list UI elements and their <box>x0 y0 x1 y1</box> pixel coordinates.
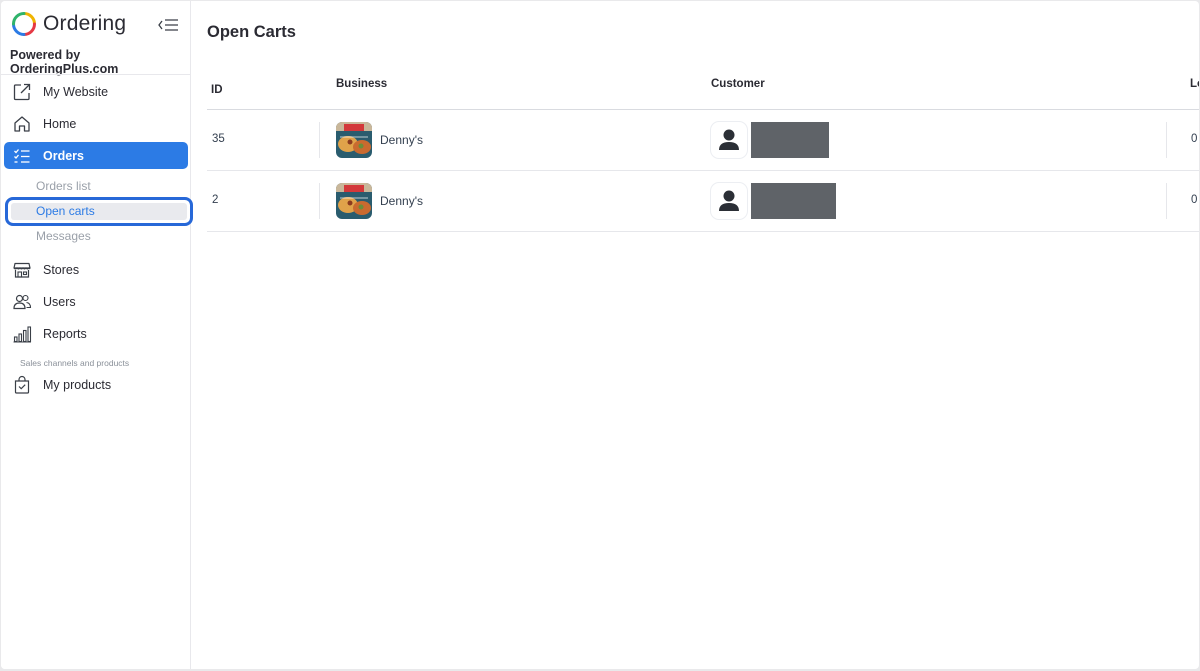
sidebar-item-label: Home <box>43 116 77 131</box>
page-title: Open Carts <box>207 23 296 41</box>
column-header-last[interactable]: Lo <box>1190 78 1199 90</box>
sidebar-item-label: Stores <box>43 262 80 277</box>
home-icon <box>14 115 30 132</box>
cart-id: 35 <box>212 133 225 145</box>
sidebar-item-orders[interactable]: Orders <box>4 142 188 169</box>
table-header-divider <box>207 109 1199 110</box>
sidebar-item-reports[interactable]: Reports <box>4 320 188 347</box>
list-check-icon <box>14 148 30 163</box>
row-divider <box>207 170 1199 171</box>
sidebar: Ordering Powered by OrderingPlus.com My … <box>1 1 193 669</box>
business-logo <box>336 122 372 158</box>
user-icon <box>719 129 739 150</box>
column-header-customer[interactable]: Customer <box>711 78 765 90</box>
business-logo <box>336 183 372 219</box>
sidebar-subitem-messages[interactable]: Messages <box>36 229 91 243</box>
sidebar-subitem-open-carts-highlight[interactable] <box>5 197 193 226</box>
bar-chart-icon <box>13 325 32 343</box>
app-window: Ordering Powered by OrderingPlus.com My … <box>1 1 1199 669</box>
brand: Ordering <box>11 11 126 37</box>
section-label: Sales channels and products <box>20 358 130 368</box>
customer-avatar <box>711 122 747 158</box>
users-icon <box>13 294 32 309</box>
sidebar-item-label: Reports <box>43 326 87 341</box>
food-image-icon <box>336 122 372 158</box>
shop-icon <box>13 262 31 278</box>
cart-id: 2 <box>212 194 219 206</box>
user-icon <box>719 190 739 211</box>
sidebar-subitem-orders-list[interactable]: Orders list <box>36 179 91 193</box>
redacted-customer-name <box>751 122 829 158</box>
row-divider <box>207 231 1199 232</box>
brand-name: Ordering <box>43 12 127 35</box>
column-separator <box>1166 183 1167 219</box>
business-name[interactable]: Denny's <box>380 133 423 147</box>
sidebar-item-my-products[interactable]: My products <box>4 371 188 398</box>
redacted-customer-name <box>751 183 836 219</box>
divider <box>1 74 191 75</box>
ordering-logo-icon <box>12 12 36 36</box>
column-separator <box>319 183 320 219</box>
business-name[interactable]: Denny's <box>380 194 423 208</box>
collapse-sidebar-icon[interactable] <box>157 17 179 33</box>
customer-avatar <box>711 183 747 219</box>
sidebar-item-label: Users <box>43 294 76 309</box>
sidebar-item-users[interactable]: Users <box>4 288 188 315</box>
sidebar-subitem-open-carts[interactable]: Open carts <box>36 204 95 218</box>
external-link-icon <box>13 83 31 100</box>
column-header-id[interactable]: ID <box>211 84 223 96</box>
sidebar-item-stores[interactable]: Stores <box>4 256 188 283</box>
column-separator <box>1166 122 1167 158</box>
column-separator <box>319 122 320 158</box>
cart-last-value: 0 <box>1191 194 1198 206</box>
cart-last-value: 0 <box>1191 133 1198 145</box>
sidebar-item-label: Orders <box>43 148 84 163</box>
sidebar-item-label: My Website <box>43 84 109 99</box>
sidebar-item-my-website[interactable]: My Website <box>4 78 188 105</box>
column-header-business[interactable]: Business <box>336 78 387 90</box>
sidebar-item-label: My products <box>43 377 112 392</box>
bag-check-icon <box>14 375 30 394</box>
sidebar-item-home[interactable]: Home <box>4 110 188 137</box>
food-image-icon <box>336 183 372 219</box>
powered-by: Powered by OrderingPlus.com <box>10 48 119 76</box>
